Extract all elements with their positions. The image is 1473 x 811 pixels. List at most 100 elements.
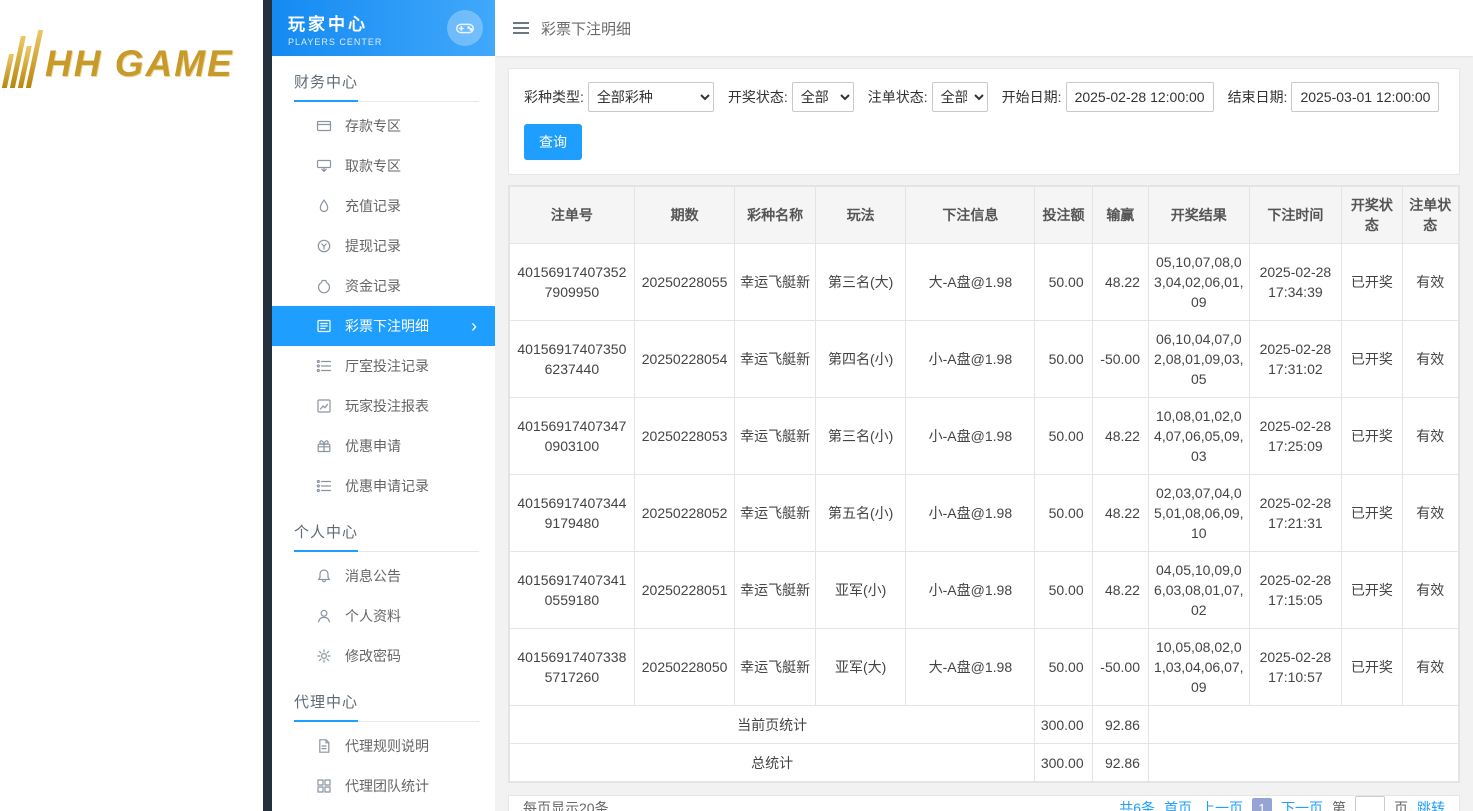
start-date-input[interactable] bbox=[1065, 82, 1214, 112]
order-status-select[interactable]: 全部 bbox=[931, 82, 988, 112]
cell-order-status: 有效 bbox=[1401, 397, 1460, 475]
cell-draw-status: 已开奖 bbox=[1341, 243, 1403, 321]
sidebar-item-promo-apply-records[interactable]: 优惠申请记录 bbox=[272, 466, 495, 506]
cell-play-type: 亚军(大) bbox=[814, 628, 907, 706]
sidebar-item-player-bet-report[interactable]: 玩家投注报表 bbox=[272, 386, 495, 426]
cell-lottery-name: 幸运飞艇新 bbox=[734, 320, 816, 398]
sidebar-item-promo-apply[interactable]: 优惠申请 bbox=[272, 426, 495, 466]
next-page-link[interactable]: 下一页 bbox=[1281, 798, 1323, 811]
draw-status-select[interactable]: 全部 bbox=[791, 82, 854, 112]
sidebar-item-change-password[interactable]: 修改密码 bbox=[272, 636, 495, 676]
cell-order-no: 401569174073527909950 bbox=[509, 243, 635, 321]
cell-order-no: 401569174073506237440 bbox=[509, 320, 635, 398]
cell-win-loss: 48.22 bbox=[1091, 243, 1149, 321]
cell-bet-time: 2025-02-28 17:31:02 bbox=[1248, 320, 1343, 398]
cell-bet-time: 2025-02-28 17:15:05 bbox=[1248, 551, 1343, 629]
sidebar-item-withdraw-records[interactable]: 提现记录 bbox=[272, 226, 495, 266]
cell-period: 20250228055 bbox=[633, 243, 736, 321]
summary-label: 当前页统计 bbox=[508, 705, 1036, 744]
sidebar-item-profile[interactable]: 个人资料 bbox=[272, 596, 495, 636]
sidebar-header: 玩家中心 PLAYERS CENTER bbox=[272, 0, 495, 56]
lottery-type-select[interactable]: 全部彩种 bbox=[587, 82, 714, 112]
sidebar-item-withdraw-zone[interactable]: 取款专区 bbox=[272, 146, 495, 186]
sidebar-item-fund-records[interactable]: 资金记录 bbox=[272, 266, 495, 306]
bell-icon bbox=[316, 568, 332, 584]
sidebar-item-announcements[interactable]: 消息公告 bbox=[272, 556, 495, 596]
sidebar: 玩家中心 PLAYERS CENTER 财务中心存款专区 取款专区充值记录提现记录… bbox=[272, 0, 495, 811]
left-dark-strip bbox=[263, 0, 272, 811]
cell-bet-amount: 50.00 bbox=[1034, 551, 1093, 629]
page-title: 彩票下注明细 bbox=[541, 20, 632, 38]
cell-bet-info: 小-A盘@1.98 bbox=[905, 474, 1036, 552]
cell-period: 20250228054 bbox=[633, 320, 736, 398]
cell-draw-status: 已开奖 bbox=[1341, 628, 1403, 706]
logo-text: HH GAME bbox=[45, 43, 234, 84]
summary-row-total: 总统计 300.00 92.86 bbox=[508, 743, 1460, 782]
chevron-right-icon: › bbox=[471, 316, 477, 336]
column-header: 输赢 bbox=[1091, 186, 1149, 244]
cell-draw-result: 02,03,07,04,05,01,08,06,09,10 bbox=[1147, 474, 1250, 552]
end-date-label: 结束日期: bbox=[1227, 89, 1288, 105]
cell-lottery-name: 幸运飞艇新 bbox=[734, 551, 816, 629]
summary-bet-amount: 300.00 bbox=[1034, 743, 1093, 782]
total-count: 共6条 bbox=[1119, 800, 1155, 811]
sidebar-section-title: 财务中心 bbox=[294, 71, 479, 102]
jump-button[interactable]: 跳转 bbox=[1417, 798, 1445, 811]
pager: 共6条 首页 上一页 1 下一页 第 页 跳转 bbox=[1119, 796, 1445, 811]
filter-panel: 彩种类型: 全部彩种 开奖状态: 全部 注单状态: 全部 开始日期: 结束日期 bbox=[508, 68, 1460, 175]
pagination-bar: 每页显示20条 共6条 首页 上一页 1 下一页 第 页 跳转 bbox=[508, 795, 1460, 811]
user-icon bbox=[316, 608, 332, 624]
sidebar-item-hall-bet-records[interactable]: 厅室投注记录 bbox=[272, 346, 495, 386]
app-root: HH GAME 玩家中心 PLAYERS CENTER 财务中心存款专区 取款专区… bbox=[0, 0, 1473, 811]
summary-empty bbox=[1147, 743, 1460, 782]
table-row: 401569174073385717260 20250228050 幸运飞艇新 亚军(… bbox=[509, 628, 1460, 706]
table-row: 401569174073506237440 20250228054 幸运飞艇新 第四名… bbox=[509, 320, 1460, 398]
bet-table-body: 401569174073527909950 20250228055 幸运飞艇新 第三名… bbox=[509, 243, 1460, 706]
cell-play-type: 第五名(小) bbox=[814, 474, 907, 552]
menu-toggle-icon[interactable] bbox=[513, 22, 529, 34]
cell-draw-status: 已开奖 bbox=[1341, 320, 1403, 398]
sidebar-item-agent-rules[interactable]: 代理规则说明 bbox=[272, 726, 495, 766]
prev-page-link[interactable]: 上一页 bbox=[1201, 798, 1243, 811]
cell-play-type: 亚军(小) bbox=[814, 551, 907, 629]
sidebar-item-label: 充值记录 bbox=[345, 198, 401, 214]
cell-bet-time: 2025-02-28 17:10:57 bbox=[1248, 628, 1343, 706]
sidebar-item-recharge-records[interactable]: 充值记录 bbox=[272, 186, 495, 226]
sidebar-item-lottery-bet-details[interactable]: 彩票下注明细 › bbox=[272, 306, 495, 346]
gift-icon bbox=[316, 438, 332, 454]
jump-page-input[interactable] bbox=[1355, 796, 1385, 811]
first-page-link[interactable]: 首页 bbox=[1164, 798, 1192, 811]
draw-status-label: 开奖状态: bbox=[727, 89, 788, 105]
players-center-title: 玩家中心 bbox=[288, 14, 368, 34]
cell-draw-status: 已开奖 bbox=[1341, 474, 1403, 552]
bet-table-card: 注单号 期数 彩种名称 玩法 下注信息 投注额 输赢 开奖结果 下注时间 开奖状态 注单状态 401… bbox=[508, 185, 1460, 783]
sidebar-item-agent-team-stats[interactable]: 代理团队统计 bbox=[272, 766, 495, 806]
page-size-info: 每页显示20条 bbox=[523, 800, 609, 811]
cell-play-type: 第三名(大) bbox=[814, 243, 907, 321]
cell-bet-time: 2025-02-28 17:34:39 bbox=[1248, 243, 1343, 321]
cell-draw-result: 10,08,01,02,04,07,06,05,09,03 bbox=[1147, 397, 1250, 475]
cell-bet-time: 2025-02-28 17:25:09 bbox=[1248, 397, 1343, 475]
sidebar-section-title: 代理中心 bbox=[294, 691, 479, 722]
cell-win-loss: 48.22 bbox=[1091, 474, 1149, 552]
sidebar-item-deposit-zone[interactable]: 存款专区 bbox=[272, 106, 495, 146]
cell-bet-info: 小-A盘@1.98 bbox=[905, 551, 1036, 629]
document-icon bbox=[316, 738, 332, 754]
cell-lottery-name: 幸运飞艇新 bbox=[734, 474, 816, 552]
sidebar-item-label: 代理规则说明 bbox=[345, 738, 429, 754]
current-page-indicator[interactable]: 1 bbox=[1252, 798, 1272, 811]
end-date-input[interactable] bbox=[1291, 82, 1440, 112]
summary-win-loss: 92.86 bbox=[1091, 705, 1149, 744]
summary-win-loss: 92.86 bbox=[1091, 743, 1149, 782]
cell-order-no: 401569174073385717260 bbox=[509, 628, 635, 706]
topbar: 彩票下注明细 bbox=[495, 0, 1473, 56]
query-button[interactable]: 查询 bbox=[524, 124, 582, 160]
sidebar-item-label: 优惠申请记录 bbox=[345, 478, 429, 494]
jump-suffix-label: 页 bbox=[1394, 800, 1408, 811]
cell-bet-info: 大-A盘@1.98 bbox=[905, 628, 1036, 706]
funds-icon bbox=[316, 278, 332, 294]
cell-period: 20250228051 bbox=[633, 551, 736, 629]
column-header: 玩法 bbox=[814, 186, 907, 244]
cell-draw-result: 06,10,04,07,02,08,01,09,03,05 bbox=[1147, 320, 1250, 398]
sidebar-item-label: 玩家投注报表 bbox=[345, 398, 429, 414]
